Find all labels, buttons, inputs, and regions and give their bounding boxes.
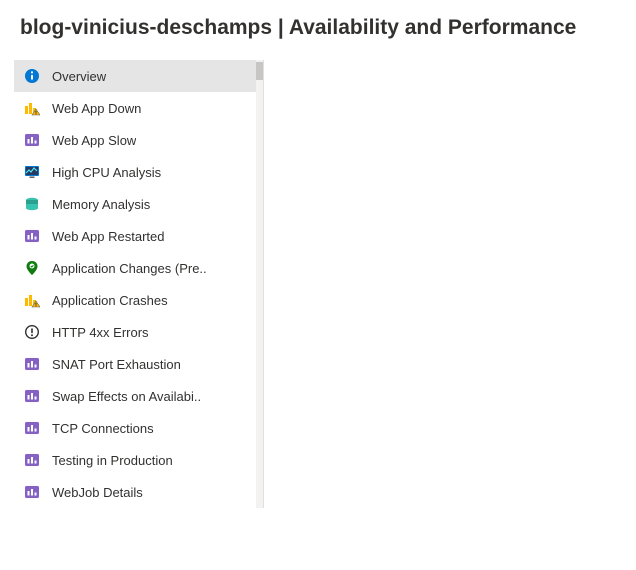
bars-warning-icon xyxy=(24,292,40,308)
sidebar-item-label: Web App Down xyxy=(52,101,141,116)
info-icon xyxy=(24,68,40,84)
sidebar-item-label: Memory Analysis xyxy=(52,197,150,212)
monitor-icon xyxy=(24,164,40,180)
sidebar-item-overview[interactable]: Overview xyxy=(14,60,262,92)
sidebar-item-application-crashes[interactable]: Application Crashes xyxy=(14,284,262,316)
purple-chart-icon xyxy=(24,484,40,500)
sidebar-item-application-changes[interactable]: Application Changes (Pre.. xyxy=(14,252,262,284)
sidebar-item-web-app-restarted[interactable]: Web App Restarted xyxy=(14,220,262,252)
sidebar-item-label: Web App Slow xyxy=(52,133,136,148)
sidebar-item-label: Testing in Production xyxy=(52,453,173,468)
purple-chart-icon xyxy=(24,388,40,404)
sidebar-item-label: High CPU Analysis xyxy=(52,165,161,180)
sidebar-item-label: HTTP 4xx Errors xyxy=(52,325,149,340)
sidebar-item-label: Overview xyxy=(52,69,106,84)
sidebar-item-swap-effects[interactable]: Swap Effects on Availabi.. xyxy=(14,380,262,412)
sidebar-item-webjob-details[interactable]: WebJob Details xyxy=(14,476,262,508)
sidebar-item-web-app-slow[interactable]: Web App Slow xyxy=(14,124,262,156)
sidebar: Overview Web App Down Web App Slow High … xyxy=(14,60,264,508)
purple-chart-icon xyxy=(24,420,40,436)
exclamation-circle-icon xyxy=(24,324,40,340)
purple-chart-icon xyxy=(24,356,40,372)
sidebar-item-memory-analysis[interactable]: Memory Analysis xyxy=(14,188,262,220)
sidebar-item-label: WebJob Details xyxy=(52,485,143,500)
sidebar-item-label: Application Changes (Pre.. xyxy=(52,261,207,276)
sidebar-item-high-cpu-analysis[interactable]: High CPU Analysis xyxy=(14,156,262,188)
sidebar-item-label: SNAT Port Exhaustion xyxy=(52,357,181,372)
sidebar-item-testing-in-production[interactable]: Testing in Production xyxy=(14,444,262,476)
database-icon xyxy=(24,196,40,212)
scrollbar[interactable] xyxy=(256,60,263,508)
sidebar-item-label: TCP Connections xyxy=(52,421,154,436)
sidebar-item-label: Swap Effects on Availabi.. xyxy=(52,389,201,404)
sidebar-item-label: Application Crashes xyxy=(52,293,168,308)
sidebar-item-snat-port-exhaustion[interactable]: SNAT Port Exhaustion xyxy=(14,348,262,380)
sidebar-item-label: Web App Restarted xyxy=(52,229,165,244)
sidebar-item-web-app-down[interactable]: Web App Down xyxy=(14,92,262,124)
bars-warning-icon xyxy=(24,100,40,116)
page-title: blog-vinicius-deschamps | Availability a… xyxy=(0,0,636,60)
purple-chart-icon xyxy=(24,228,40,244)
purple-chart-icon xyxy=(24,452,40,468)
sidebar-item-tcp-connections[interactable]: TCP Connections xyxy=(14,412,262,444)
scrollbar-thumb[interactable] xyxy=(256,62,263,80)
purple-chart-icon xyxy=(24,132,40,148)
location-check-icon xyxy=(24,260,40,276)
sidebar-item-http-4xx-errors[interactable]: HTTP 4xx Errors xyxy=(14,316,262,348)
